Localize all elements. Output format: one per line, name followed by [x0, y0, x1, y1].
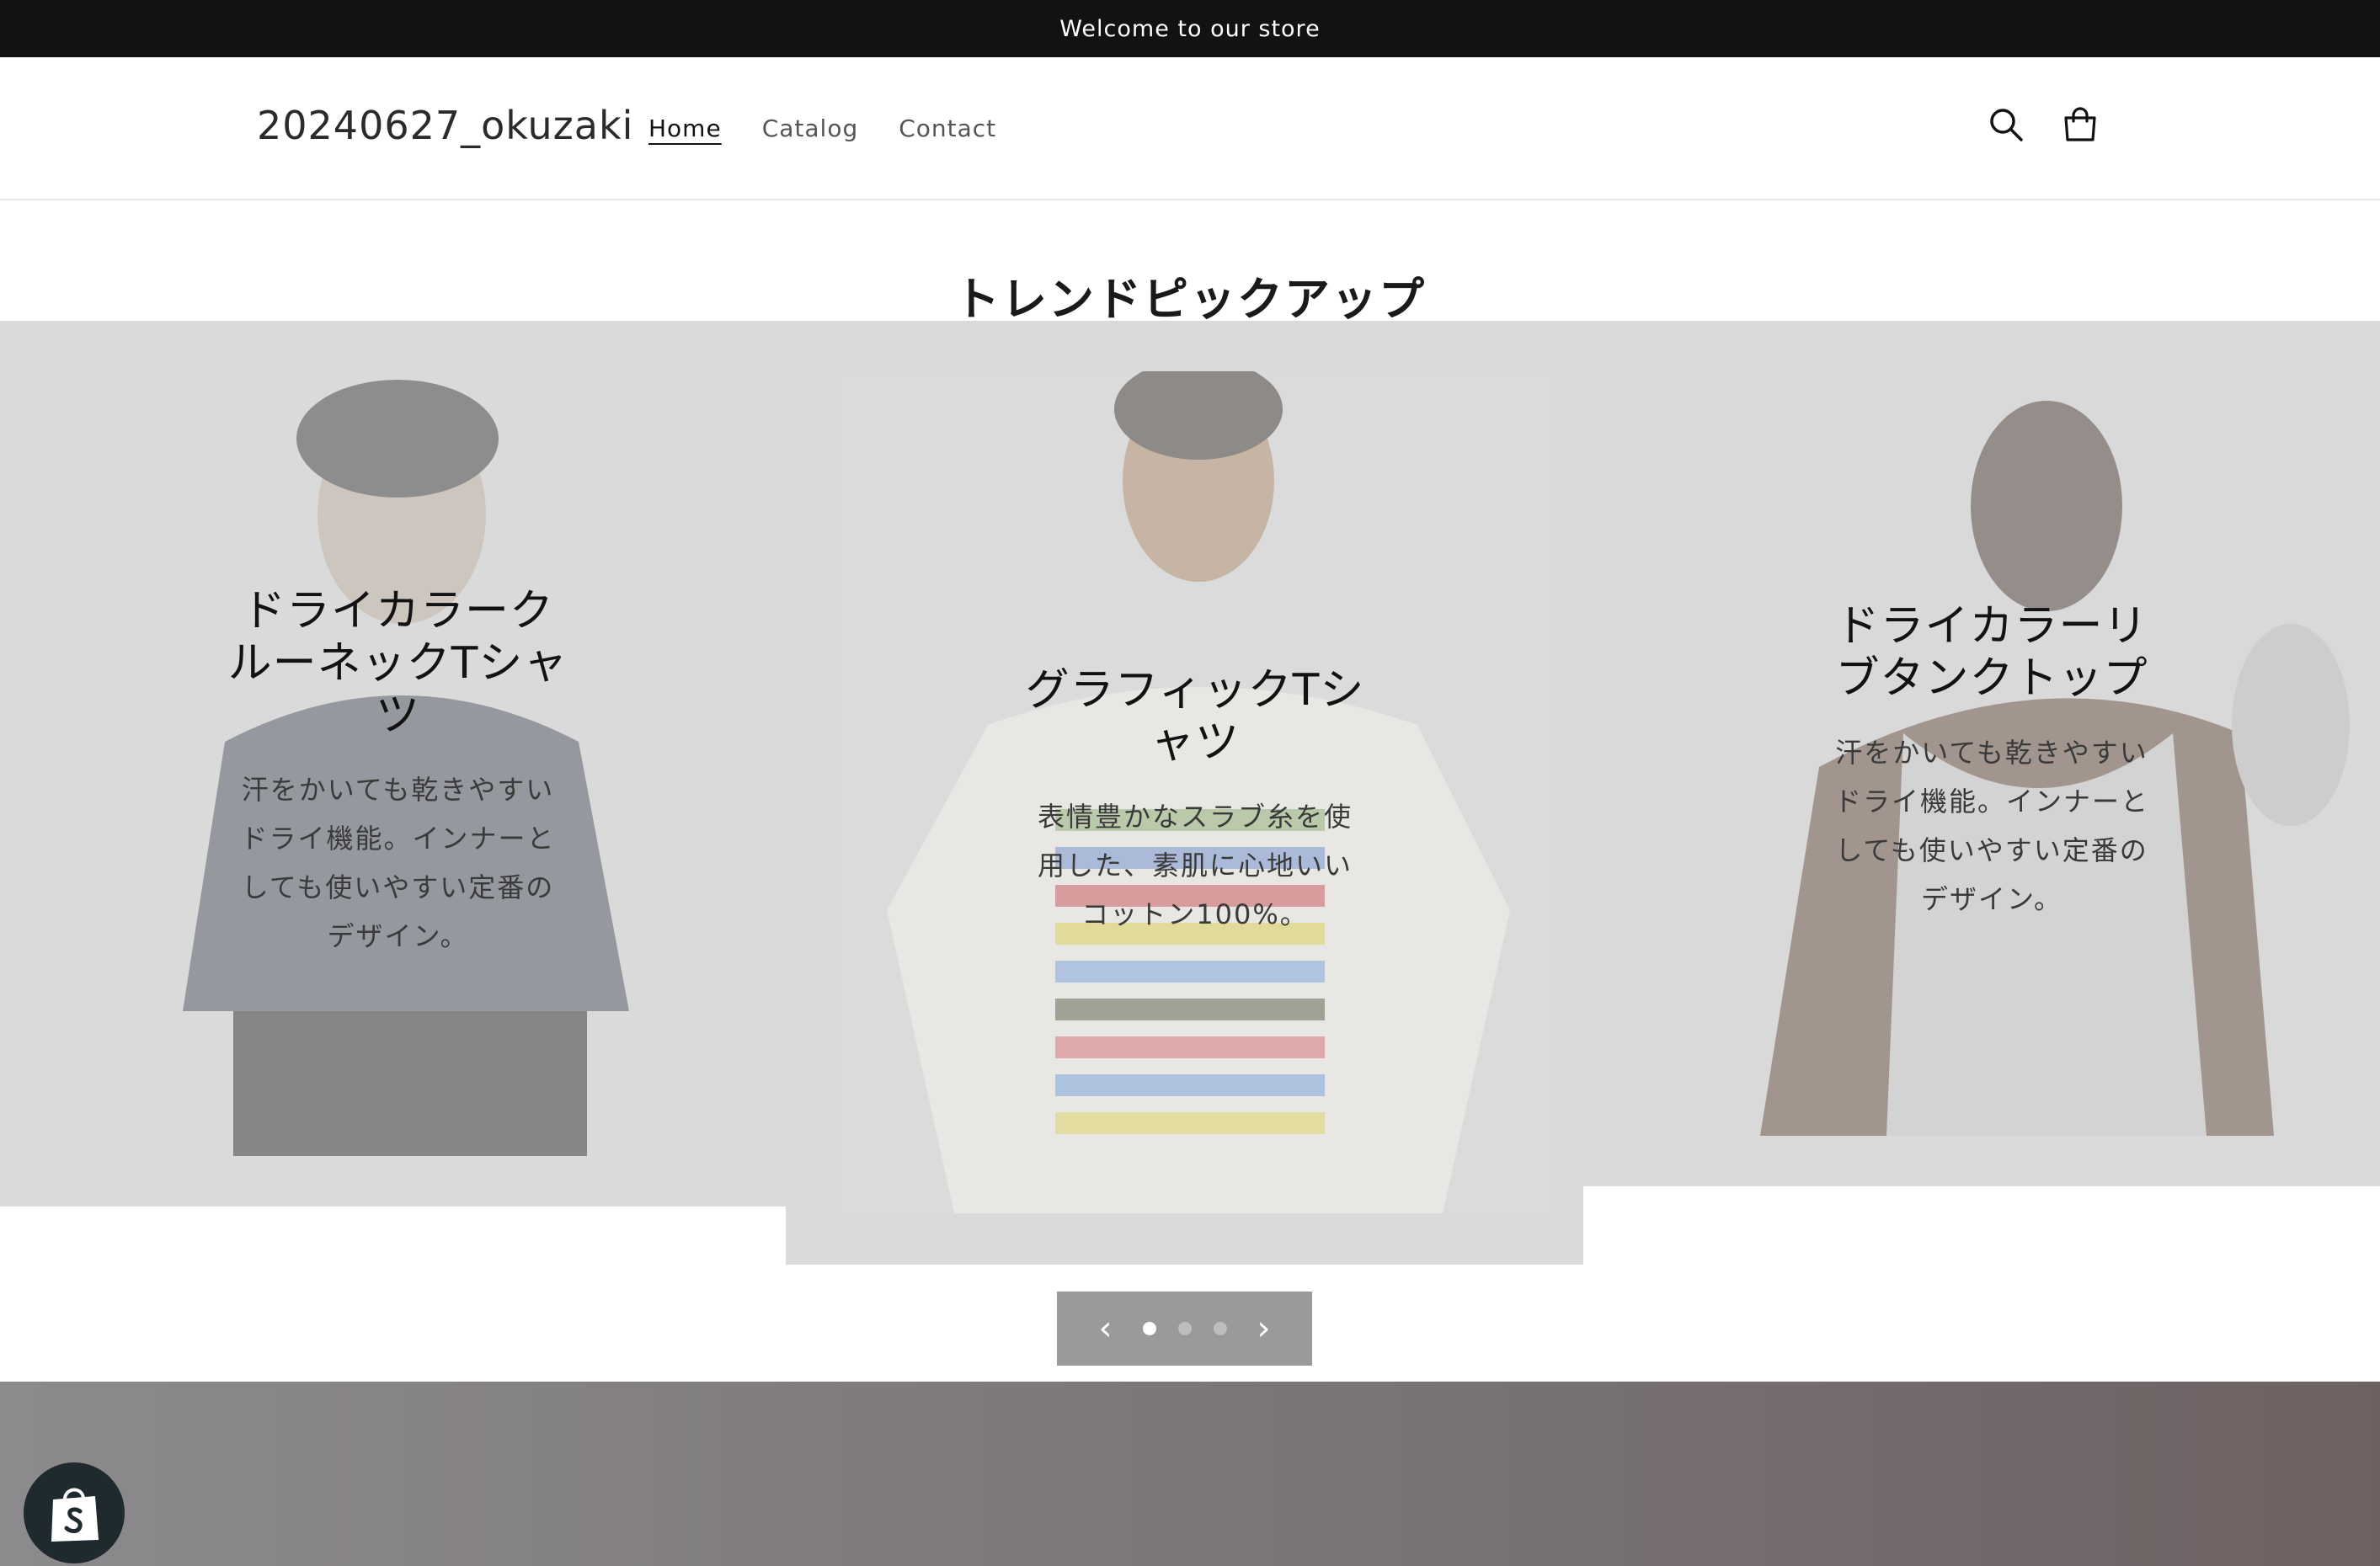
nav-link-contact[interactable]: Contact: [899, 115, 996, 142]
cart-button[interactable]: [2053, 98, 2107, 152]
product-slide-1[interactable]: ドライカラーク ルーネックTシャ ツ 汗をかいても乾きやすい ドライ機能。インナ…: [40, 371, 756, 1156]
slide-text-1: ドライカラーク ルーネックTシャ ツ 汗をかいても乾きやすい ドライ機能。インナ…: [40, 585, 756, 961]
search-button[interactable]: [1979, 98, 2033, 152]
slide-text-3: ドライカラーリ ブタンクトップ 汗をかいても乾きやすい ドライ機能。インナーと …: [1634, 600, 2350, 924]
hero-banner: [0, 1382, 2380, 1566]
announcement-text: Welcome to our store: [1059, 15, 1321, 42]
announcement-bar: Welcome to our store: [0, 0, 2380, 57]
shopify-bag-icon: [51, 1488, 99, 1542]
product-slide-3[interactable]: ドライカラーリ ブタンクトップ 汗をかいても乾きやすい ドライ機能。インナーと …: [1634, 371, 2350, 1136]
slide-title: グラフィックTシ ャツ: [1025, 665, 1365, 768]
cart-icon: [2064, 107, 2096, 141]
nav-link-catalog[interactable]: Catalog: [762, 115, 859, 142]
site-header: 20240627_okuzaki Home Catalog Contact: [0, 57, 2380, 200]
slide-text-2: グラフィックTシ ャツ 表情豊かなスラブ糸を使 用した、素肌に心地いい コットン…: [836, 664, 1554, 939]
slide-description: 表情豊かなスラブ糸を使 用した、素肌に心地いい コットン100%。: [1037, 801, 1353, 930]
slide-dot-3[interactable]: [1213, 1322, 1227, 1335]
nav-link-home[interactable]: Home: [648, 115, 722, 142]
product-slide-2[interactable]: グラフィックTシ ャツ 表情豊かなスラブ糸を使 用した、素肌に心地いい コットン…: [836, 371, 1554, 1213]
slide-description: 汗をかいても乾きやすい ドライ機能。インナーと しても使いやすい定番の デザイン…: [1833, 737, 2149, 915]
search-icon: [1990, 109, 2023, 141]
shopify-badge-button[interactable]: [24, 1462, 125, 1563]
slide-title: ドライカラーク ルーネックTシャ ツ: [227, 586, 568, 741]
chevron-right-icon[interactable]: ›: [1249, 1312, 1279, 1345]
main-nav: Home Catalog Contact: [648, 115, 996, 142]
slide-title: ドライカラーリ ブタンクトップ: [1835, 601, 2148, 704]
section-title: トレンドピックアップ: [954, 272, 1426, 326]
store-logo[interactable]: 20240627_okuzaki: [257, 103, 633, 148]
chevron-left-icon[interactable]: ‹: [1091, 1312, 1121, 1345]
slide-dot-1[interactable]: [1142, 1322, 1156, 1335]
slide-description: 汗をかいても乾きやすい ドライ機能。インナーと しても使いやすい定番の デザイン…: [240, 774, 556, 952]
slider-controls: ‹ ›: [1057, 1292, 1312, 1366]
slide-dot-2[interactable]: [1177, 1322, 1192, 1335]
